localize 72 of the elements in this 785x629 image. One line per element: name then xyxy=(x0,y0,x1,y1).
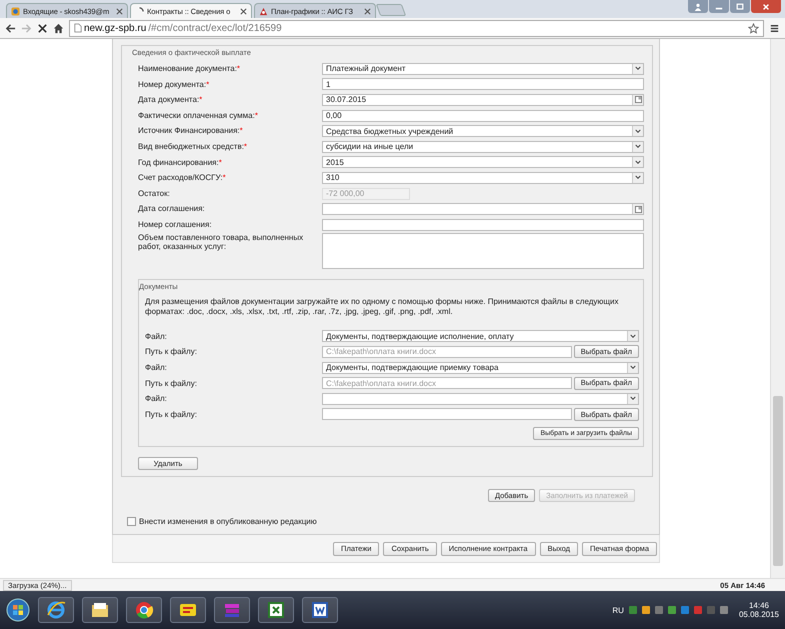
start-button-icon[interactable] xyxy=(6,598,30,622)
calendar-icon[interactable] xyxy=(632,204,643,214)
textarea-field[interactable] xyxy=(322,232,644,269)
profile-button[interactable] xyxy=(688,0,708,13)
field-label: Вид внебюджетных средств:* xyxy=(138,142,248,152)
readonly-field: -72 000,00 xyxy=(322,188,410,200)
page-icon xyxy=(74,23,82,33)
field-label: Путь к файлу: xyxy=(145,347,198,356)
clock-time: 14:46 xyxy=(748,601,769,610)
url-path: /#cm/contract/exec/lot/216599 xyxy=(148,22,282,34)
file-type-select[interactable]: Документы, подтверждающие приемку товара xyxy=(322,362,639,374)
close-tab-icon[interactable] xyxy=(116,8,123,14)
clock[interactable]: 14:46 05.08.2015 xyxy=(738,601,779,619)
close-icon xyxy=(762,2,770,10)
calendar-icon[interactable] xyxy=(632,94,643,105)
field-label: Источник Финансирования:* xyxy=(138,126,244,136)
field-label: Номер документа:* xyxy=(138,80,210,90)
minimize-button[interactable] xyxy=(709,0,729,13)
documents-hint: Для размещения файлов документации загружайте их по одному с помощью формы ниже. Принимаются файлы в следующих форматах: .doc, .docx, .xls, .xlsx, .txt, .rtf, .zip, .rar, .7z, .jpg, .jpeg, .gif, .png, .pdf, .xml. xyxy=(145,296,620,317)
close-button[interactable] xyxy=(751,0,781,13)
stop-icon[interactable] xyxy=(37,22,48,34)
file-type-select[interactable]: Документы, подтверждающие исполнение, оплату xyxy=(322,330,639,342)
site-favicon-icon xyxy=(259,6,268,16)
maximize-button[interactable] xyxy=(730,0,750,13)
home-icon[interactable] xyxy=(53,22,64,34)
input-field[interactable]: 1 xyxy=(322,78,644,90)
menu-icon[interactable] xyxy=(769,22,780,34)
select-field[interactable]: 2015 xyxy=(322,156,644,168)
word-taskbar-icon[interactable] xyxy=(302,597,338,623)
url-host: new.gz-spb.ru xyxy=(84,22,146,34)
field-label: Счет расходов/КОСГУ:* xyxy=(138,173,227,183)
field-label: Фактически оплаченная сумма:* xyxy=(138,110,259,120)
field-label: Остаток: xyxy=(138,188,171,198)
input-field[interactable]: 0,00 xyxy=(322,110,644,122)
input-field[interactable] xyxy=(322,218,644,231)
field-label: Файл: xyxy=(145,332,168,341)
field-label: Номер соглашения: xyxy=(138,220,213,230)
chrome-taskbar-icon[interactable] xyxy=(126,597,162,623)
select-field[interactable]: Платежный документ xyxy=(322,62,644,75)
checkbox[interactable] xyxy=(127,517,136,526)
select-field[interactable]: 310 xyxy=(322,172,644,184)
ie-taskbar-icon[interactable] xyxy=(38,597,74,623)
close-tab-icon[interactable] xyxy=(364,8,371,14)
clock-date: 05.08.2015 xyxy=(738,610,779,619)
select-field[interactable]: Средства бюджетных учреждений xyxy=(322,125,644,138)
file-path-field[interactable] xyxy=(322,408,572,420)
date-field[interactable] xyxy=(322,203,644,216)
field-label: Год финансирования:* xyxy=(138,158,223,168)
field-label: Дата соглашения: xyxy=(138,204,206,214)
maximize-icon xyxy=(736,2,744,10)
mail-favicon-icon xyxy=(11,6,20,16)
address-bar[interactable]: new.gz-spb.ru /#cm/contract/exec/lot/216599 xyxy=(69,20,764,36)
select-field[interactable]: субсидии на иные цели xyxy=(322,140,644,153)
field-label: Объем поставленного товара, выполненных работ, оказанных услуг: xyxy=(138,232,304,252)
user-icon xyxy=(694,2,702,10)
field-label: Путь к файлу: xyxy=(145,410,198,419)
bookmark-star-icon[interactable] xyxy=(748,22,759,34)
close-tab-icon[interactable] xyxy=(240,8,247,14)
date-field[interactable]: 30.07.2015 xyxy=(322,94,644,106)
folder-taskbar-icon[interactable] xyxy=(82,597,118,623)
app-taskbar-icon[interactable] xyxy=(170,597,206,623)
field-label: Дата документа:* xyxy=(138,95,204,105)
scroll-thumb[interactable] xyxy=(773,396,783,566)
language-indicator[interactable]: RU xyxy=(612,606,624,614)
checkbox-label: Внести изменения в опубликованную редакцию xyxy=(139,517,317,526)
back-icon[interactable] xyxy=(5,22,16,34)
field-label: Файл: xyxy=(145,394,168,404)
excel-taskbar-icon[interactable] xyxy=(258,597,294,623)
field-label: Файл: xyxy=(145,363,168,372)
field-label: Наименование документа:* xyxy=(138,64,242,74)
field-label: Путь к файлу: xyxy=(145,378,198,388)
scrollbar[interactable] xyxy=(770,39,785,578)
